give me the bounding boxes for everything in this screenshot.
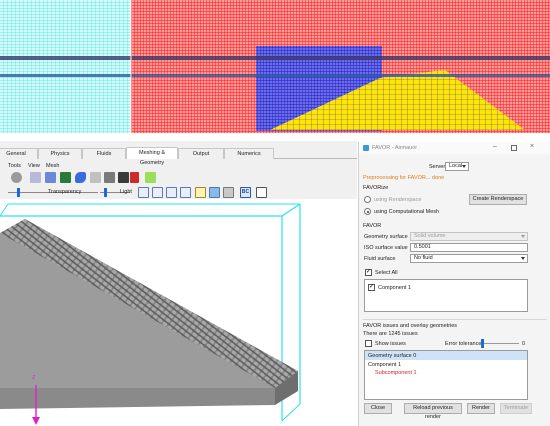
menu-view[interactable]: View [28,163,40,169]
flow3d-main-window: General Physics Fluids Meshing & Geometr… [0,141,357,426]
error-tolerance-value: 0 [522,341,526,347]
error-tolerance-slider[interactable] [481,339,484,348]
dialog-title: FAVOR - Airmauor [372,145,418,151]
tab-bar: General Physics Fluids Meshing & Geometr… [0,147,357,166]
tab-numerics[interactable]: Numerics [224,148,274,159]
geometry-surface-label: Geometry surface [364,234,408,240]
menu-mesh[interactable]: Mesh [46,163,59,169]
terminate-button[interactable]: Terminate [500,403,532,414]
favor-dialog: FAVOR - Airmauor – × Server Local Prepro… [358,142,550,426]
component-1-checkbox[interactable]: ✓ [368,284,375,291]
error-tolerance-track [479,343,519,344]
close-icon[interactable]: × [530,143,534,150]
iso-surface-label: ISO surface value [364,245,408,251]
divider [363,319,547,320]
tree-item-component[interactable]: Component 1 [368,362,401,368]
tab-general-label: General [6,151,26,157]
tab-meshing-geometry[interactable]: Meshing & Geometry [126,147,178,166]
geometry-viewport[interactable]: Z [0,199,357,426]
mesh-render-graphic [0,0,550,133]
bc-button[interactable]: BC [240,187,251,198]
tree-item-subcomponent[interactable]: Subcomponent 1 [375,370,417,376]
export-icon[interactable] [256,187,267,198]
renderspace-radio-label: using Renderspace [374,197,422,203]
tree-item-geometry-surface[interactable]: Geometry surface 0 [368,353,416,359]
transparency-label: Transparency [48,189,82,195]
favor-section-header: FAVOR [363,223,382,229]
transparency-slider[interactable] [17,188,20,197]
cube-icon[interactable] [30,172,41,183]
tab-general[interactable]: General [0,148,38,159]
mesh-render-view[interactable] [0,0,550,133]
dialog-title-bar: FAVOR - Airmauor – × [359,142,550,154]
select-all-checkbox[interactable]: ✓ [365,269,372,276]
iso-surface-input[interactable]: 0.5001 [410,243,528,252]
server-label: Server [429,164,446,170]
mesh-grid-icon[interactable] [45,172,56,183]
overlay-geometry-tree: Geometry surface 0 Component 1 Subcompon… [364,350,528,400]
component-1-label: Component 1 [378,285,412,291]
fluid-surface-label: Fluid surface [364,256,396,262]
tab-output[interactable]: Output [178,148,224,159]
chevron-down-icon [462,165,466,168]
close-button[interactable]: Close [364,403,392,414]
image-icon[interactable] [209,187,220,198]
red-marker-icon[interactable] [130,172,139,183]
view-controls-row: Transparency Light BC [0,187,357,198]
geometry-surface-select: Solid volume [410,232,528,241]
maximize-icon[interactable] [511,145,517,151]
chevron-down-icon [521,235,525,238]
tab-numerics-label: Numerics [237,151,261,157]
tab-fluids[interactable]: Fluids [82,148,126,159]
toolbar [0,171,357,185]
component-list: ✓ Component 1 [364,279,528,312]
app-logo-icon [363,145,369,151]
minimize-icon[interactable]: – [493,143,497,150]
tab-physics-label: Physics [50,151,70,157]
view-iso-icon[interactable] [180,187,191,198]
server-select[interactable]: Local [445,162,469,171]
component-icon[interactable] [60,172,71,183]
view-z-icon[interactable] [166,187,177,198]
hexagon-icon[interactable] [11,172,22,183]
folder-icon[interactable] [195,187,206,198]
server-select-value: Local [449,163,463,169]
grid-icon[interactable] [223,187,234,198]
z-axis-label: Z [32,375,36,381]
light-slider[interactable] [104,188,107,197]
show-issues-label: Show issues [375,341,406,347]
light-label: Light [120,189,132,195]
geometry-surface-value: Solid volume [414,233,446,239]
select-all-label: Select All [375,270,398,276]
tab-output-label: Output [192,151,210,157]
favorize-section-header: FAVORize [363,185,389,191]
probe-icon[interactable] [104,172,115,183]
fluid-surface-value: No fluid [414,255,433,261]
issues-count-text: There are 1245 issues [363,331,418,337]
render-button[interactable]: Render [467,403,495,414]
green-marker-icon[interactable] [145,172,156,183]
renderspace-radio[interactable] [364,196,371,203]
issues-section-header: FAVOR issues and overlay geometries [363,323,458,329]
wave-icon[interactable] [75,172,86,183]
tab-fluids-label: Fluids [96,151,112,157]
tab-physics[interactable]: Physics [38,148,82,159]
fluid-surface-select[interactable]: No fluid [410,254,528,263]
menu-tools[interactable]: Tools [8,163,21,169]
tool-icon[interactable] [90,172,101,183]
computational-mesh-radio[interactable] [364,208,371,215]
reload-render-button[interactable]: Reload previous render [404,403,462,420]
view-y-icon[interactable] [152,187,163,198]
error-tolerance-label: Error tolerance [445,341,482,347]
chevron-down-icon [521,257,525,260]
status-text: Preprocessing for FAVOR... done [363,175,445,181]
camera-icon[interactable] [118,172,129,183]
slope-geometry-graphic [0,203,301,425]
create-renderspace-button[interactable]: Create Renderspace [469,194,527,205]
view-x-icon[interactable] [138,187,149,198]
computational-mesh-radio-label: using Computational Mesh [374,209,440,215]
show-issues-checkbox[interactable] [365,340,372,347]
